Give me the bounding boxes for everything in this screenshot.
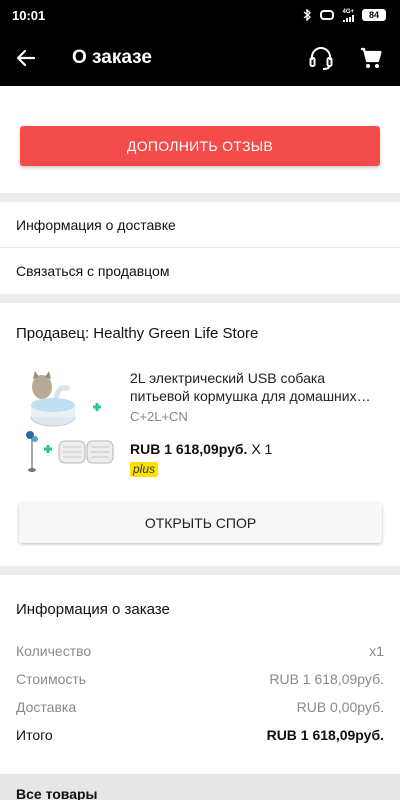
seller-card: Продавец: Healthy Green Life Store 2L эл… <box>0 303 400 566</box>
app-bar: О заказе <box>0 30 400 86</box>
shipping-value: RUB 0,00руб. <box>296 699 384 715</box>
support-button[interactable] <box>296 30 346 86</box>
all-goods-header[interactable]: Все товары <box>0 774 400 800</box>
battery-level: 84 <box>368 10 379 20</box>
status-time: 10:01 <box>12 7 46 23</box>
open-dispute-button[interactable]: ОТКРЫТЬ СПОР <box>19 503 382 543</box>
product-title[interactable]: 2L электрический USB собака питьевой кор… <box>130 369 382 405</box>
cost-value: RUB 1 618,09руб. <box>269 671 384 687</box>
product-image[interactable] <box>17 365 115 477</box>
add-review-button[interactable]: ДОПОЛНИТЬ ОТЗЫВ <box>20 126 380 166</box>
quantity-value: x1 <box>369 643 384 659</box>
page-title: О заказе <box>72 47 152 68</box>
review-card: ДОПОЛНИТЬ ОТЗЫВ <box>0 86 400 193</box>
arrow-left-icon <box>16 49 36 67</box>
shipping-label: Доставка <box>16 699 77 715</box>
order-content[interactable]: ДОПОЛНИТЬ ОТЗЫВ Информация о доставке Св… <box>0 86 400 800</box>
battery-icon: 84 <box>362 9 386 21</box>
plus-badge: plus <box>130 462 159 477</box>
status-icons: 4G+ 84 <box>303 9 386 22</box>
alarm-icon <box>320 10 335 20</box>
back-button[interactable] <box>0 30 52 86</box>
cost-row: Стоимость RUB 1 618,09руб. <box>16 671 384 687</box>
order-menu: Информация о доставке Связаться с продав… <box>0 202 400 294</box>
signal-icon: 4G+ <box>342 9 354 22</box>
product-qty: X 1 <box>251 441 273 457</box>
quantity-row: Количество x1 <box>16 643 384 659</box>
total-value: RUB 1 618,09руб. <box>266 727 384 743</box>
product-price: RUB 1 618,09руб. <box>130 441 248 457</box>
order-info-card: Информация о заказе Количество x1 Стоимо… <box>0 575 400 774</box>
cart-button[interactable] <box>346 30 396 86</box>
delivery-info-item[interactable]: Информация о доставке <box>0 202 400 248</box>
contact-seller-item[interactable]: Связаться с продавцом <box>0 248 400 294</box>
bluetooth-icon <box>304 9 312 21</box>
cart-icon <box>361 47 382 68</box>
product-price-line: RUB 1 618,09руб. X 1 <box>130 441 272 457</box>
headset-icon <box>309 47 333 70</box>
total-row: Итого RUB 1 618,09руб. <box>16 727 384 743</box>
status-bar: 10:01 4G+ 84 <box>0 0 400 30</box>
order-info-title: Информация о заказе <box>16 601 170 618</box>
cost-label: Стоимость <box>16 671 87 687</box>
seller-name[interactable]: Продавец: Healthy Green Life Store <box>16 325 258 342</box>
quantity-label: Количество <box>16 643 92 659</box>
product-variant: C+2L+CN <box>130 409 188 424</box>
total-label: Итого <box>16 727 53 743</box>
shipping-row: Доставка RUB 0,00руб. <box>16 699 384 715</box>
